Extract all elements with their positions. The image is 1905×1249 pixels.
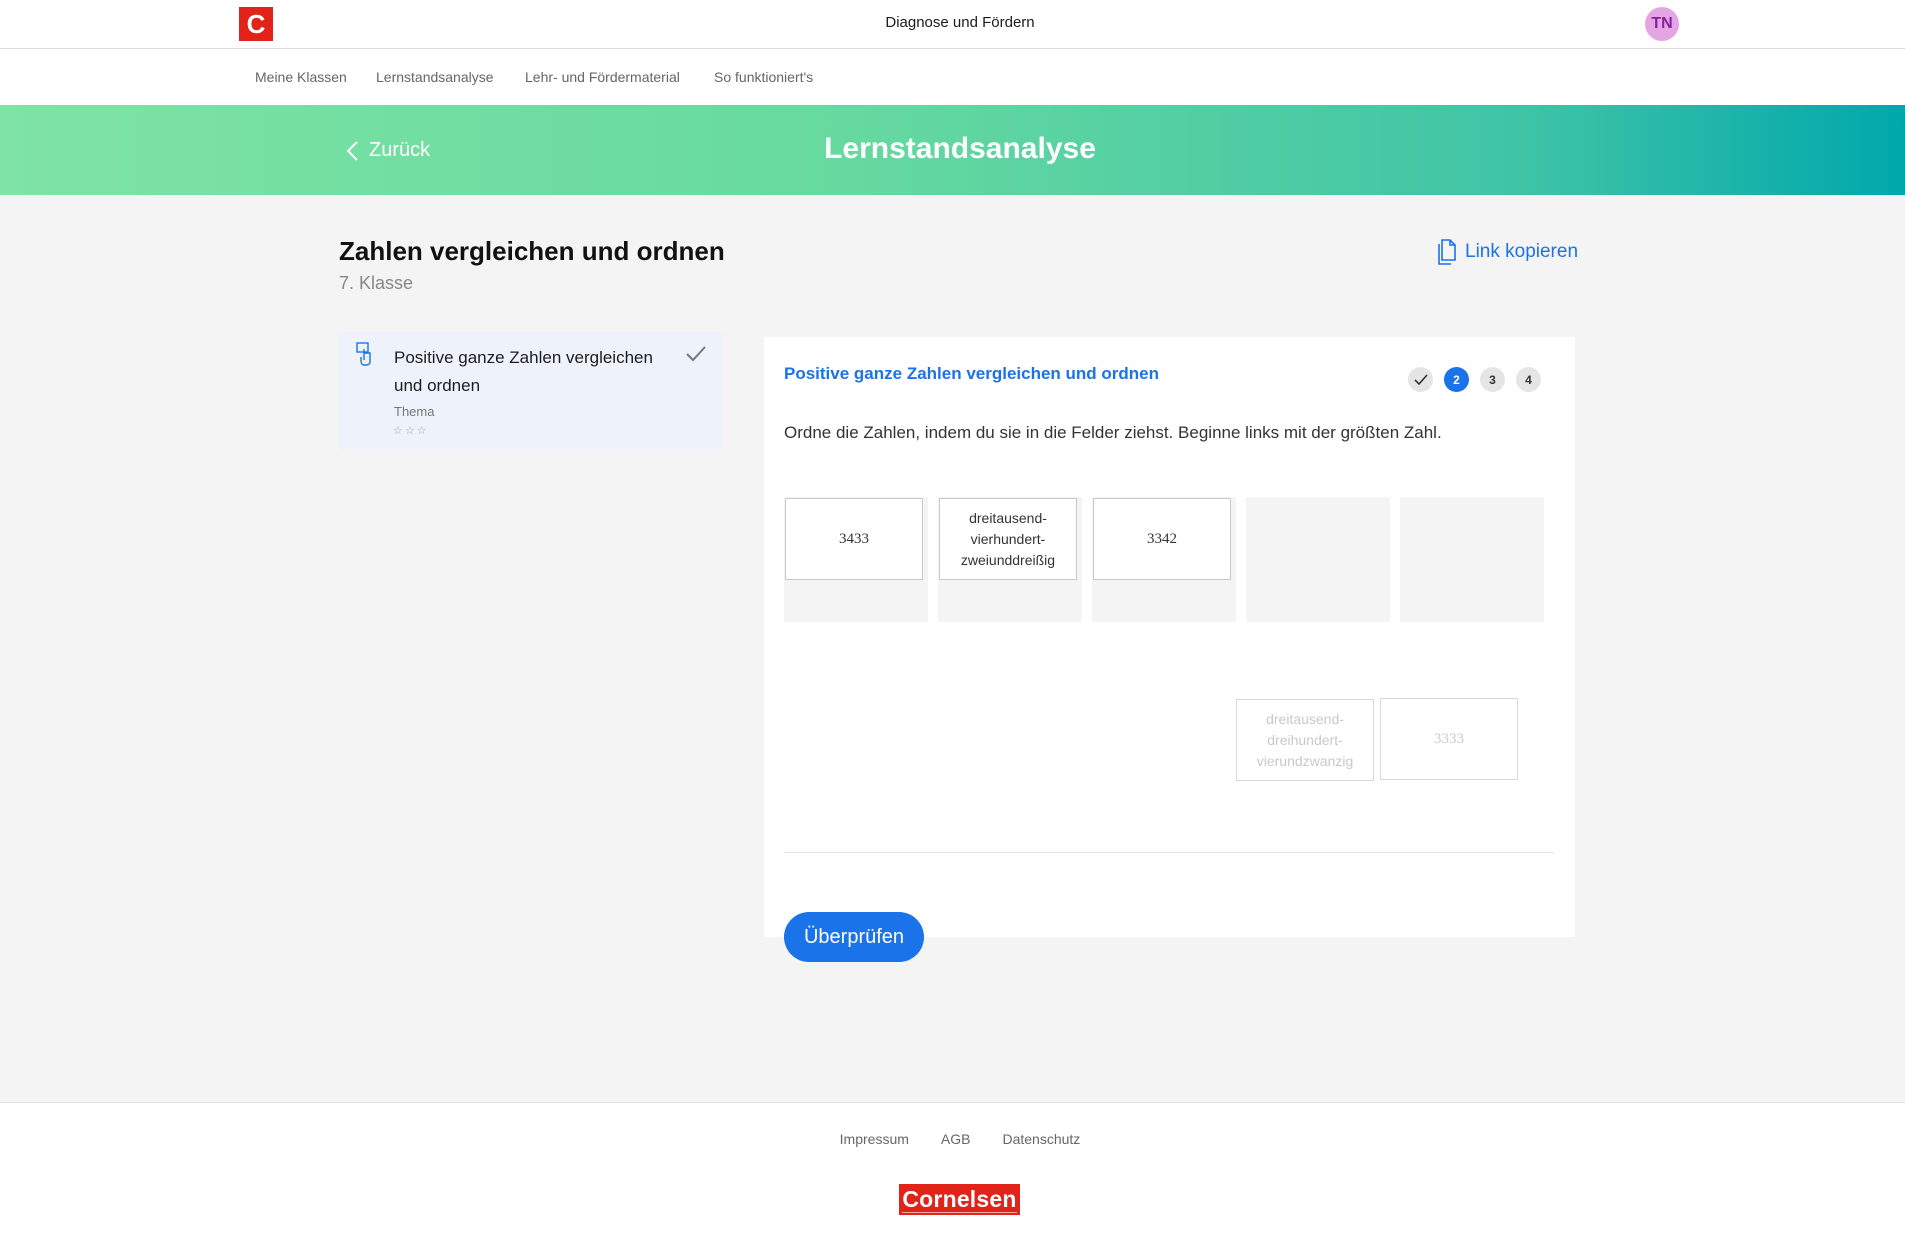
cornelsen-wordmark-logo[interactable]: Cornelsen xyxy=(899,1184,1020,1215)
topic-card[interactable]: Positive ganze Zahlen vergleichen und or… xyxy=(339,332,723,450)
source-tile[interactable]: 3333 xyxy=(1380,698,1518,780)
step-4[interactable]: 4 xyxy=(1516,367,1541,392)
nav-item-so-funktionierts[interactable]: So funktioniert's xyxy=(714,69,813,85)
drop-slot-4[interactable] xyxy=(1246,497,1390,622)
step-1[interactable] xyxy=(1408,367,1433,392)
source-tile[interactable]: dreitausend- dreihundert- vierundzwanzig xyxy=(1236,699,1374,781)
number-tile[interactable]: dreitausend- vierhundert- zweiunddreißig xyxy=(939,498,1077,580)
drop-slot-5[interactable] xyxy=(1400,497,1544,622)
footer-link-agb[interactable]: AGB xyxy=(941,1131,971,1147)
step-2[interactable]: 2 xyxy=(1444,367,1469,392)
task-instruction: Ordne die Zahlen, indem du sie in die Fe… xyxy=(784,423,1442,442)
drop-slot-2[interactable]: dreitausend- vierhundert- zweiunddreißig xyxy=(938,497,1082,622)
star-icon: ☆ xyxy=(416,425,427,437)
step-3[interactable]: 3 xyxy=(1480,367,1505,392)
number-tile[interactable]: 3342 xyxy=(1093,498,1231,580)
star-rating: ☆ ☆ ☆ xyxy=(393,426,427,437)
task-panel: Positive ganze Zahlen vergleichen und or… xyxy=(764,337,1575,962)
avatar-initials: TN xyxy=(1651,15,1673,32)
nav-item-lernstandsanalyse[interactable]: Lernstandsanalyse xyxy=(376,69,494,85)
checkmark-icon xyxy=(1413,373,1428,385)
nav-item-meine-klassen[interactable]: Meine Klassen xyxy=(255,69,347,85)
avatar[interactable]: TN xyxy=(1645,7,1679,41)
drop-slot-3[interactable]: 3342 xyxy=(1092,497,1236,622)
checkmark-icon xyxy=(686,346,706,362)
star-icon: ☆ xyxy=(404,425,415,437)
topic-title: Positive ganze Zahlen vergleichen und or… xyxy=(394,348,653,395)
footer: Impressum AGB Datenschutz Cornelsen xyxy=(0,1102,1905,1249)
page-subtitle: 7. Klasse xyxy=(339,273,414,293)
page-banner: Zurück Lernstandsanalyse xyxy=(0,105,1905,195)
app-title: Diagnose und Fördern xyxy=(885,14,1035,31)
page-title: Zahlen vergleichen und ordnen xyxy=(339,236,725,266)
number-tile[interactable]: 3433 xyxy=(785,498,923,580)
footer-links: Impressum AGB Datenschutz xyxy=(0,1131,1905,1147)
copy-link-button[interactable]: Link kopieren xyxy=(1435,238,1578,266)
step-indicator: 2 3 4 xyxy=(1408,367,1541,392)
copy-icon xyxy=(1438,239,1456,265)
main-nav: Meine Klassen Lernstandsanalyse Lehr- un… xyxy=(0,49,1905,105)
star-icon: ☆ xyxy=(393,425,403,437)
task-title: Positive ganze Zahlen vergleichen und or… xyxy=(784,364,1160,383)
drop-slot-1[interactable]: 3433 xyxy=(784,497,928,622)
drop-zone-row: 3433 dreitausend- vierhundert- zweiunddr… xyxy=(784,497,1544,622)
check-button[interactable]: Überprüfen xyxy=(784,912,924,962)
nav-item-lehr-und-foerdermaterial[interactable]: Lehr- und Fördermaterial xyxy=(525,69,680,85)
topic-type-label: Thema xyxy=(394,404,435,419)
footer-link-datenschutz[interactable]: Datenschutz xyxy=(1002,1131,1080,1147)
top-bar: C Diagnose und Fördern TN xyxy=(0,0,1905,49)
drag-hand-icon xyxy=(356,342,371,366)
banner-title: Lernstandsanalyse xyxy=(824,132,1096,165)
footer-link-impressum[interactable]: Impressum xyxy=(840,1131,909,1147)
copy-link-label: Link kopieren xyxy=(1465,241,1579,262)
divider xyxy=(784,852,1554,853)
